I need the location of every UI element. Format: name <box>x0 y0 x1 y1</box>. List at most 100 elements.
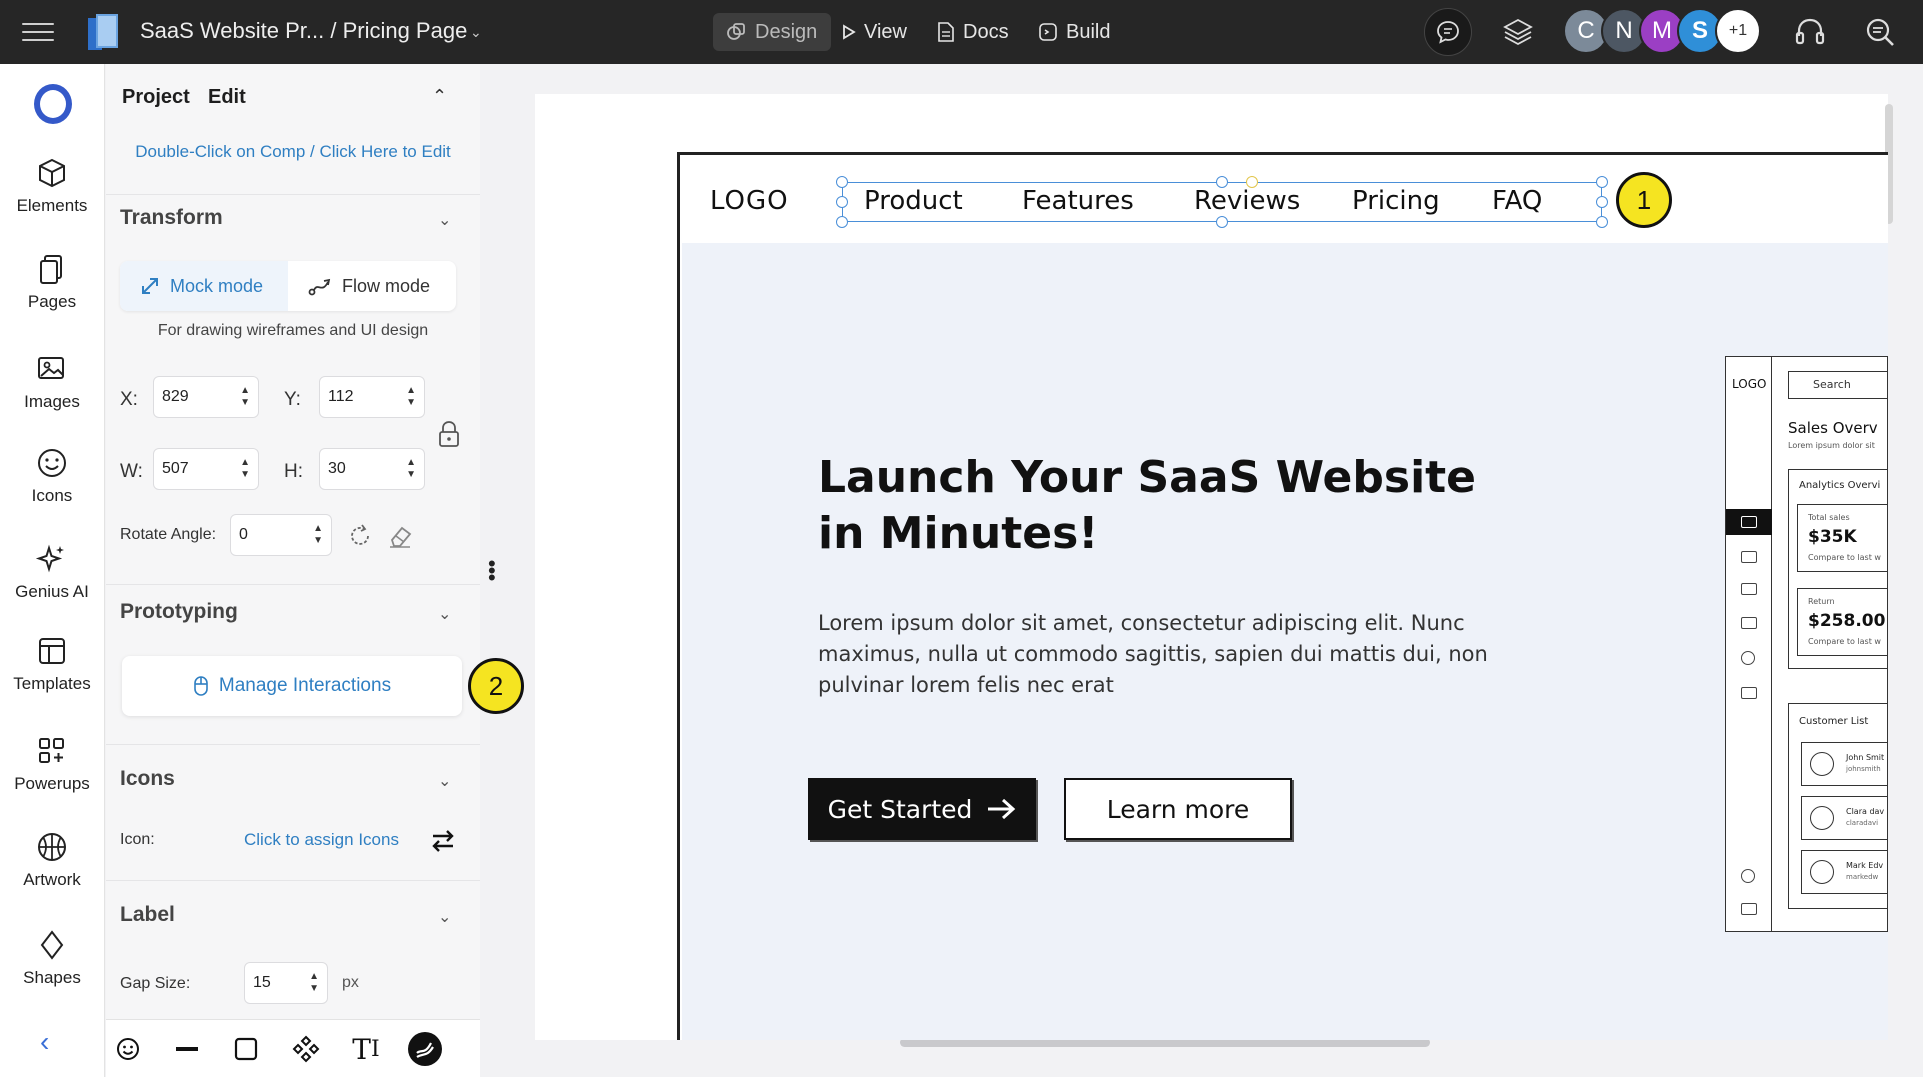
rail-item-shapes[interactable]: Shapes <box>0 928 104 988</box>
wireframe-logo[interactable]: LOGO <box>710 186 789 216</box>
chevron-double-up-icon[interactable]: ⌃ <box>432 86 447 107</box>
code-icon <box>1039 23 1057 41</box>
resize-handle[interactable] <box>836 216 848 228</box>
nav-design-button[interactable]: Design <box>713 13 832 51</box>
line-tool-icon[interactable] <box>170 1032 204 1066</box>
resize-handle[interactable] <box>1216 216 1228 228</box>
layers-button[interactable] <box>1500 14 1536 50</box>
chevron-down-icon[interactable]: ⌄ <box>438 210 451 230</box>
tab-edit[interactable]: Edit <box>208 86 246 109</box>
collapse-panel-chevron-left-icon[interactable]: ‹ <box>40 1026 49 1058</box>
diamond-icon <box>40 930 64 960</box>
swap-arrows-icon[interactable] <box>428 826 458 856</box>
support-button[interactable] <box>1792 14 1828 50</box>
wireframe-nav-link[interactable]: FAQ <box>1492 186 1542 216</box>
rail-item-label: Genius AI <box>15 582 89 601</box>
chevron-down-icon[interactable]: ⌄ <box>438 907 451 927</box>
rail-item-label: Icons <box>31 486 73 505</box>
customer-list-title: Customer List <box>1799 716 1869 727</box>
brush-tool-icon[interactable] <box>408 1032 442 1066</box>
stepper-icon[interactable]: ▲ ▼ <box>406 385 416 409</box>
wireframe-dashboard-preview[interactable]: LOGO Search Sales Overv Lorem ipsum dolo… <box>1725 356 1888 932</box>
hamburger-menu-icon[interactable] <box>22 17 54 45</box>
lock-icon[interactable] <box>436 419 462 449</box>
wireframe-nav-selected[interactable]: Product Features Reviews Pricing FAQ <box>836 176 1608 228</box>
comments-button[interactable] <box>1424 8 1472 56</box>
wireframe-nav-link[interactable]: Product <box>864 186 963 216</box>
total-sales-value: $35K <box>1808 527 1857 547</box>
nav-build-button[interactable]: Build <box>1038 13 1110 51</box>
rail-item-elements[interactable]: Elements <box>0 156 104 216</box>
eraser-icon[interactable] <box>386 522 414 550</box>
workspace-logo-icon[interactable] <box>34 84 72 124</box>
rail-item-icons[interactable]: Icons <box>0 446 104 506</box>
rail-item-pages[interactable]: Pages <box>0 252 104 312</box>
w-input[interactable]: 507 ▲ ▼ <box>153 448 259 490</box>
nav-docs-button[interactable]: Docs <box>937 13 1009 51</box>
settings-icon <box>1741 869 1755 883</box>
dashboard-subheading: Lorem ipsum dolor sit <box>1788 441 1875 450</box>
wireframe-nav-link[interactable]: Features <box>1022 186 1134 216</box>
resize-handle[interactable] <box>836 196 848 208</box>
wireframe-hero-title[interactable]: Launch Your SaaS Website in Minutes! <box>818 450 1518 562</box>
wireframe-nav-link[interactable]: Pricing <box>1352 186 1440 216</box>
wireframe-get-started-button[interactable]: Get Started <box>808 778 1036 840</box>
prototyping-section-title[interactable]: Prototyping <box>120 600 238 624</box>
resize-handle[interactable] <box>1596 216 1608 228</box>
avatar-more[interactable]: +1 <box>1715 8 1761 54</box>
manage-interactions-button[interactable]: Manage Interactions <box>122 656 462 716</box>
rotate-input[interactable]: 0 ▲ ▼ <box>230 514 332 556</box>
resize-handle[interactable] <box>1596 196 1608 208</box>
mock-mode-button[interactable]: Mock mode <box>120 261 288 311</box>
stepper-icon[interactable]: ▲ ▼ <box>313 523 323 547</box>
rotate-icon[interactable] <box>346 522 374 550</box>
gap-size-input[interactable]: 15 ▲ ▼ <box>244 962 328 1004</box>
stepper-icon[interactable]: ▲ ▼ <box>309 971 319 995</box>
more-options-icon[interactable]: • • • <box>488 553 496 589</box>
x-label: X: <box>120 389 138 410</box>
emoji-tool-icon[interactable] <box>111 1032 145 1066</box>
pages-icon <box>40 255 62 284</box>
resize-arrow-icon <box>142 278 158 294</box>
icons-section-title[interactable]: Icons <box>120 767 175 791</box>
app-logo-icon[interactable] <box>88 14 120 50</box>
cube-icon <box>39 158 65 188</box>
chevron-down-icon[interactable]: ⌄ <box>470 24 482 41</box>
rectangle-tool-icon[interactable] <box>229 1032 263 1066</box>
layers-icon <box>1503 18 1533 46</box>
component-tool-icon[interactable] <box>289 1032 323 1066</box>
project-title[interactable]: SaaS Website Pr... / Pricing Page <box>140 18 467 44</box>
rail-item-genius-ai[interactable]: Genius AI <box>0 542 104 602</box>
transform-section-title[interactable]: Transform <box>120 206 223 230</box>
avatar <box>1810 752 1834 776</box>
chevron-down-icon[interactable]: ⌄ <box>438 604 451 624</box>
stepper-icon[interactable]: ▲ ▼ <box>240 385 250 409</box>
customer-email: johnsmith <box>1846 765 1881 773</box>
x-input[interactable]: 829 ▲ ▼ <box>153 376 259 418</box>
resize-handle[interactable] <box>836 176 848 188</box>
tab-project[interactable]: Project <box>122 86 190 109</box>
assign-icons-link[interactable]: Click to assign Icons <box>244 830 399 850</box>
rail-item-images[interactable]: Images <box>0 352 104 412</box>
rail-item-artwork[interactable]: Artwork <box>0 830 104 890</box>
h-input[interactable]: 30 ▲ ▼ <box>319 448 425 490</box>
wireframe-learn-more-button[interactable]: Learn more <box>1064 778 1292 840</box>
return-label: Return <box>1808 597 1835 606</box>
flow-mode-button[interactable]: Flow mode <box>288 261 456 311</box>
stepper-icon[interactable]: ▲ ▼ <box>240 457 250 481</box>
rail-item-templates[interactable]: Templates <box>0 634 104 694</box>
rail-item-powerups[interactable]: Powerups <box>0 734 104 794</box>
nav-build-label: Build <box>1066 20 1111 43</box>
wireframe-hero-body[interactable]: Lorem ipsum dolor sit amet, consectetur … <box>818 608 1518 701</box>
label-section-title[interactable]: Label <box>120 903 175 927</box>
y-input[interactable]: 112 ▲ ▼ <box>319 376 425 418</box>
chevron-down-icon[interactable]: ⌄ <box>438 771 451 791</box>
stepper-icon[interactable]: ▲ ▼ <box>406 457 416 481</box>
total-sales-card: Total sales $35K Compare to last w <box>1797 504 1887 572</box>
text-tool-icon[interactable]: TI <box>349 1032 383 1066</box>
nav-view-button[interactable]: View <box>842 13 907 51</box>
wireframe-nav-link[interactable]: Reviews <box>1194 186 1300 216</box>
edit-component-link[interactable]: Double-Click on Comp / Click Here to Edi… <box>106 142 480 162</box>
resize-handle[interactable] <box>1596 176 1608 188</box>
search-button[interactable] <box>1862 14 1898 50</box>
